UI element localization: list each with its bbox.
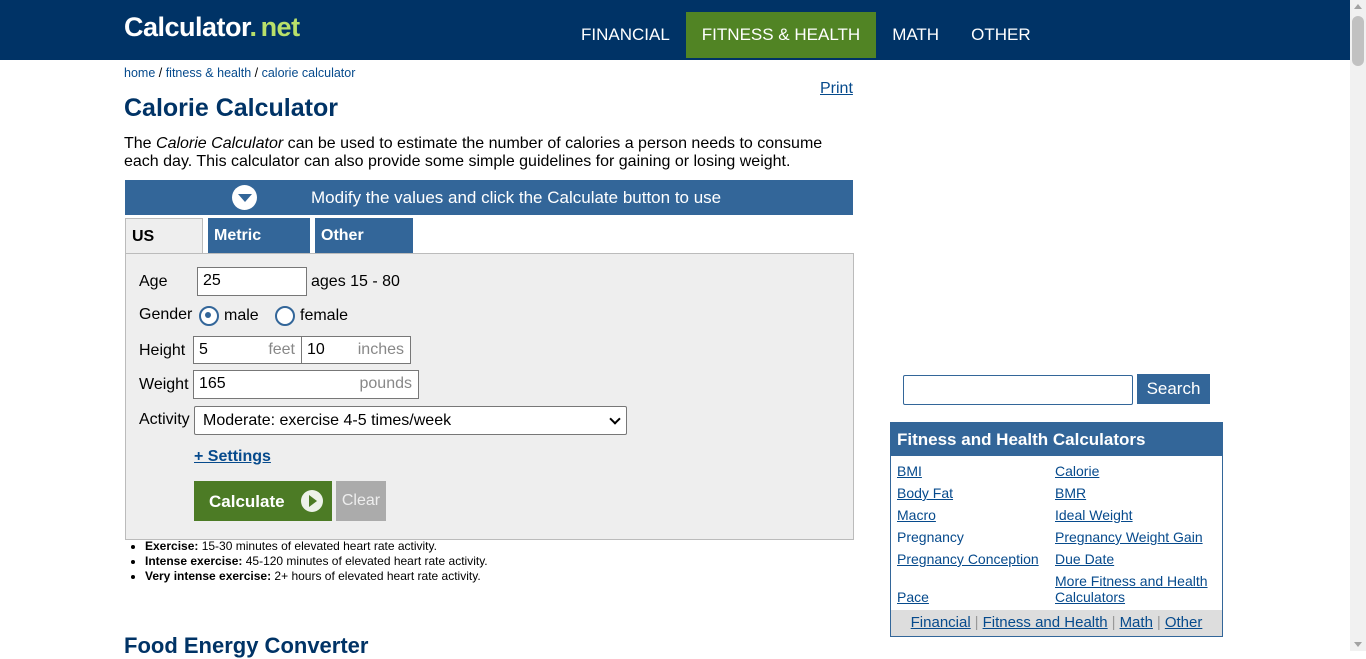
link-pregnancy[interactable]: Pregnancy [897, 529, 964, 545]
gender-label: Gender [139, 306, 193, 323]
inches-unit: inches [357, 341, 404, 358]
footer-separator: | [1156, 614, 1161, 631]
weight-unit: pounds [359, 375, 413, 392]
note-term: Intense exercise: [145, 554, 243, 568]
height-label: Height [139, 342, 186, 359]
height-inches-input[interactable]: 10 inches [301, 336, 411, 364]
breadcrumb-separator: / [251, 66, 262, 80]
weight-value: 165 [199, 375, 226, 392]
age-input[interactable]: 25 [197, 267, 307, 296]
modify-values-text: Modify the values and click the Calculat… [311, 188, 722, 207]
weight-input[interactable]: 165 pounds [193, 370, 419, 399]
search-button[interactable]: Search [1137, 374, 1210, 404]
breadcrumb-separator: / [155, 66, 166, 80]
list-item: Intense exercise: 45-120 minutes of elev… [145, 554, 488, 569]
intro-emphasis: Calorie Calculator [156, 135, 284, 152]
gender-female-radio[interactable] [275, 306, 295, 326]
logo-net-text: net [260, 12, 301, 42]
logo-dot: . [249, 12, 258, 42]
breadcrumb-home[interactable]: home [124, 66, 155, 80]
site-logo[interactable]: Calculator. net [124, 12, 300, 43]
modify-values-bar[interactable]: Modify the values and click the Calculat… [125, 180, 853, 215]
link-more-fitness-health-calculators[interactable]: Calculators [1055, 589, 1125, 605]
chevron-down-icon [609, 413, 621, 425]
activity-notes-list: Exercise: 15-30 minutes of elevated hear… [124, 539, 488, 584]
height-feet-value: 5 [199, 341, 208, 358]
chevron-down-icon[interactable] [232, 185, 257, 210]
note-term: Very intense exercise: [145, 569, 272, 583]
link-calorie[interactable]: Calorie [1055, 463, 1099, 479]
nav-financial[interactable]: FINANCIAL [565, 12, 686, 58]
tab-other-units[interactable]: Other Units [315, 218, 413, 279]
calculate-label: Calculate [209, 492, 285, 511]
scroll-down-arrow-icon[interactable] [1354, 642, 1362, 647]
age-hint: ages 15 - 80 [311, 273, 400, 290]
link-more-fitness-health[interactable]: More Fitness and Health [1055, 573, 1208, 589]
page-title: Calorie Calculator [124, 94, 338, 122]
footer-separator: | [1111, 614, 1116, 631]
link-pregnancy-weight-gain[interactable]: Pregnancy Weight Gain [1055, 529, 1203, 545]
gender-male-label[interactable]: male [224, 307, 259, 325]
link-pregnancy-conception[interactable]: Pregnancy Conception [897, 551, 1039, 567]
list-item: Exercise: 15-30 minutes of elevated hear… [145, 539, 488, 554]
height-inches-value: 10 [307, 341, 325, 358]
intro-text-start: The [124, 135, 157, 152]
logo-text: Calculator [124, 12, 250, 42]
age-label: Age [139, 273, 168, 290]
food-energy-converter-heading: Food Energy Converter [124, 633, 369, 658]
activity-selected-value: Moderate: exercise 4-5 times/week [203, 412, 452, 429]
footer-link-fitness-health[interactable]: Fitness and Health [983, 614, 1108, 631]
activity-label: Activity [139, 411, 190, 428]
link-bmi[interactable]: BMI [897, 463, 922, 479]
weight-label: Weight [139, 376, 189, 393]
note-description: 2+ hours of elevated heart rate activity… [271, 569, 481, 583]
main-nav: FINANCIAL FITNESS & HEALTH MATH OTHER [565, 12, 1047, 58]
settings-link[interactable]: + Settings [194, 448, 271, 466]
breadcrumb-calorie-calculator[interactable]: calorie calculator [262, 66, 356, 80]
footer-link-financial[interactable]: Financial [911, 614, 971, 631]
tab-us-units[interactable]: US Units [125, 218, 203, 280]
breadcrumb: home / fitness & health / calorie calcul… [124, 66, 355, 80]
nav-math[interactable]: MATH [876, 12, 955, 58]
breadcrumb-fitness-health[interactable]: fitness & health [166, 66, 251, 80]
search-input[interactable] [903, 375, 1133, 405]
clear-button[interactable]: Clear [336, 481, 386, 521]
link-bmr[interactable]: BMR [1055, 485, 1086, 501]
nav-fitness-health[interactable]: FITNESS & HEALTH [685, 12, 877, 58]
activity-select[interactable]: Moderate: exercise 4-5 times/week [194, 406, 627, 435]
gender-female-label[interactable]: female [300, 307, 348, 325]
feet-unit: feet [268, 341, 295, 358]
panel-footer-links: Financial | Fitness and Health | Math | Other [891, 610, 1222, 636]
panel-title: Fitness and Health Calculators [891, 423, 1222, 456]
play-arrow-icon [301, 490, 323, 512]
fitness-health-calculators-panel: Fitness and Health Calculators BMI Body … [890, 422, 1223, 637]
scroll-up-arrow-icon[interactable] [1354, 4, 1362, 9]
age-value: 25 [203, 272, 221, 289]
height-feet-input[interactable]: 5 feet [193, 336, 302, 364]
tab-metric-units[interactable]: Metric Units [208, 218, 310, 279]
note-description: 15-30 minutes of elevated heart rate act… [198, 539, 437, 553]
note-description: 45-120 minutes of elevated heart rate ac… [242, 554, 488, 568]
scroll-thumb[interactable] [1352, 16, 1364, 66]
list-item: Very intense exercise: 2+ hours of eleva… [145, 569, 488, 584]
nav-other[interactable]: OTHER [955, 12, 1047, 58]
footer-link-math[interactable]: Math [1120, 614, 1153, 631]
link-due-date[interactable]: Due Date [1055, 551, 1114, 567]
intro-paragraph: The Calorie Calculator can be used to es… [124, 135, 834, 171]
vertical-scrollbar[interactable] [1350, 0, 1366, 651]
link-pace[interactable]: Pace [897, 589, 929, 605]
top-navigation-bar: Calculator. net FINANCIAL FITNESS & HEALT… [0, 0, 1350, 60]
note-term: Exercise: [145, 539, 199, 553]
print-link[interactable]: Print [820, 80, 853, 98]
footer-separator: | [974, 614, 979, 631]
link-macro[interactable]: Macro [897, 507, 936, 523]
gender-male-radio[interactable] [199, 306, 219, 326]
footer-link-other[interactable]: Other [1165, 614, 1203, 631]
calculate-button[interactable]: Calculate [194, 481, 332, 521]
link-body-fat[interactable]: Body Fat [897, 485, 953, 501]
link-ideal-weight[interactable]: Ideal Weight [1055, 507, 1133, 523]
